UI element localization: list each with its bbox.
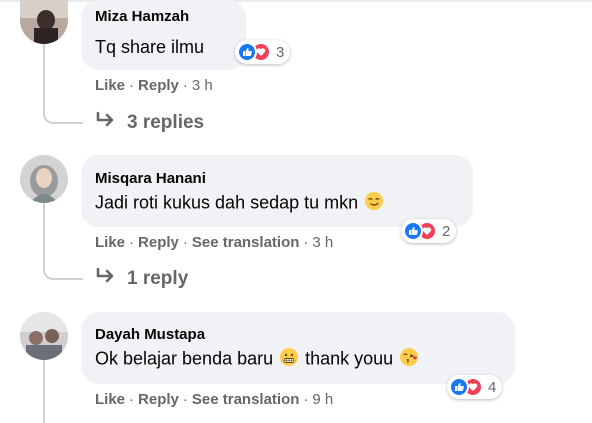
thread-line — [43, 360, 45, 423]
avatar[interactable] — [20, 155, 68, 203]
reaction-count: 3 — [276, 43, 285, 61]
avatar[interactable] — [20, 312, 68, 360]
like-icon — [403, 221, 423, 241]
comment-author[interactable]: Miza Hamzah — [95, 8, 189, 25]
reaction-count: 4 — [488, 378, 497, 396]
comment-text-after: thank youu — [305, 348, 394, 369]
thread-line — [43, 203, 45, 259]
separator-dot: · — [129, 234, 135, 251]
comment-time[interactable]: 3 h — [192, 77, 213, 94]
reactions-summary[interactable]: 2 — [401, 219, 457, 243]
kiss-heart-emoji-icon — [399, 347, 419, 372]
like-icon — [237, 42, 257, 62]
reply-arrow-icon — [95, 111, 117, 135]
thread-connector — [43, 98, 83, 124]
reactions-summary[interactable]: 4 — [447, 375, 503, 399]
separator-dot: · — [303, 391, 309, 408]
reply-arrow-icon — [95, 267, 117, 291]
comment-text: Ok belajar benda baru thank youu — [95, 347, 419, 372]
view-replies-button[interactable]: 3 replies — [95, 111, 204, 135]
avatar[interactable] — [20, 0, 68, 44]
like-link[interactable]: Like — [95, 391, 125, 408]
reply-link[interactable]: Reply — [138, 391, 179, 408]
comment-actions: Like · Reply · See translation · 9 h — [95, 391, 333, 408]
comment-time[interactable]: 3 h — [312, 234, 333, 251]
thread-connector — [43, 254, 83, 280]
separator-dot: · — [182, 77, 188, 94]
comment-text-before: Ok belajar benda baru — [95, 348, 274, 369]
separator-dot: · — [129, 77, 135, 94]
reply-link[interactable]: Reply — [138, 234, 179, 251]
comment-text-content: Jadi roti kukus dah sedap tu mkn — [95, 192, 359, 213]
reply-link[interactable]: Reply — [138, 77, 179, 94]
replies-label: 1 reply — [127, 268, 189, 290]
view-replies-button[interactable]: 1 reply — [95, 267, 188, 291]
grimacing-emoji-icon — [279, 347, 299, 372]
reactions-summary[interactable]: 3 — [235, 40, 291, 64]
like-link[interactable]: Like — [95, 234, 125, 251]
comment-author[interactable]: Dayah Mustapa — [95, 326, 205, 343]
smirk-emoji-icon — [364, 191, 384, 216]
separator-dot: · — [182, 391, 188, 408]
comment-text: Tq share ilmu — [95, 37, 205, 57]
comment-actions: Like · Reply · 3 h — [95, 77, 213, 94]
reaction-count: 2 — [442, 222, 451, 240]
separator-dot: · — [129, 391, 135, 408]
separator-dot: · — [182, 234, 188, 251]
comment-author[interactable]: Misqara Hanani — [95, 170, 206, 187]
thread-line — [43, 44, 45, 104]
comment-time[interactable]: 9 h — [312, 391, 333, 408]
separator-dot: · — [303, 234, 309, 251]
see-translation-link[interactable]: See translation — [192, 391, 300, 408]
comment-text: Jadi roti kukus dah sedap tu mkn — [95, 191, 384, 216]
replies-label: 3 replies — [127, 112, 205, 134]
like-link[interactable]: Like — [95, 77, 125, 94]
comment-actions: Like · Reply · See translation · 3 h — [95, 234, 333, 251]
like-icon — [449, 377, 469, 397]
see-translation-link[interactable]: See translation — [192, 234, 300, 251]
